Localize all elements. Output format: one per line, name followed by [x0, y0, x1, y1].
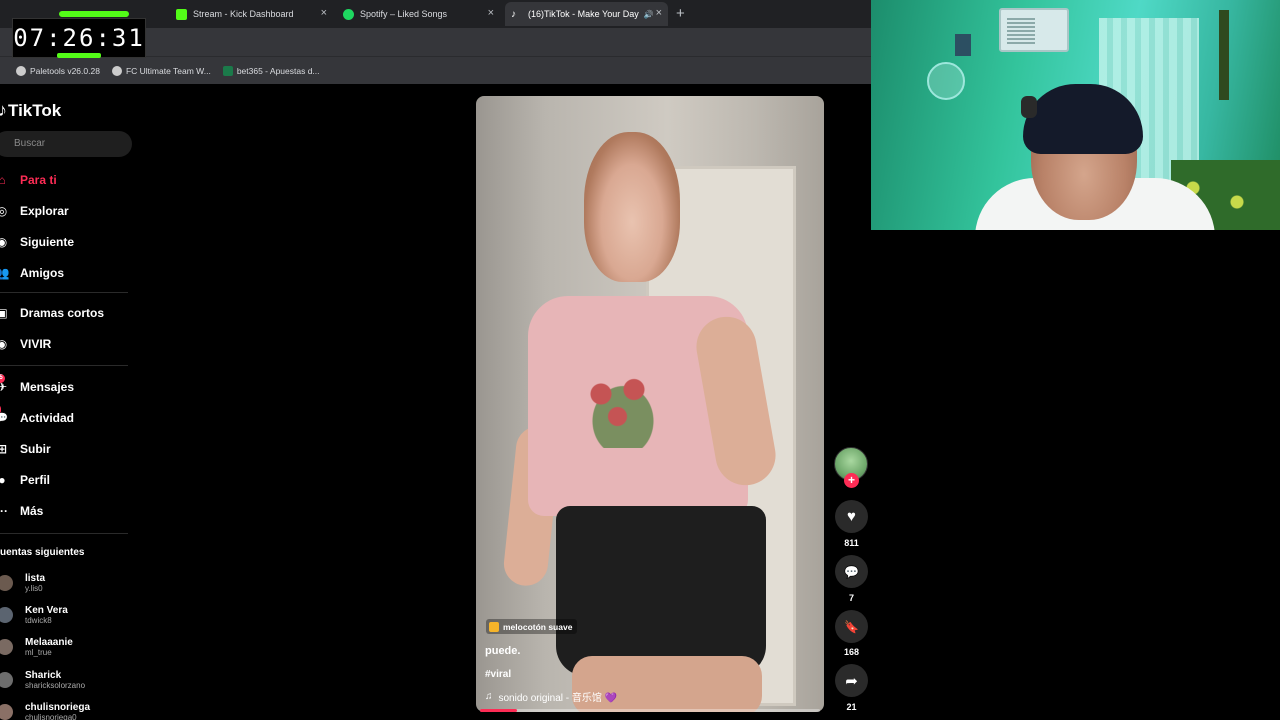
- following-account-item[interactable]: Ken Vera tdwick8: [0, 600, 68, 630]
- webcam-air-conditioner: [999, 8, 1069, 52]
- following-account-item[interactable]: Melaaanie ml_true: [0, 632, 73, 662]
- activity-icon: 💬 1: [0, 405, 9, 425]
- nav-siguiente[interactable]: ◉ Siguiente: [0, 231, 74, 253]
- following-account-item[interactable]: lista y.lis0: [0, 568, 45, 598]
- tab-spotify[interactable]: Spotify – Liked Songs ×: [337, 2, 500, 26]
- video-sound[interactable]: ♫ sonido original - 音乐馆 💜: [485, 689, 617, 704]
- bookmarks-bar: Paletools v26.0.28 FC Ultimate Team W...…: [0, 56, 871, 84]
- nav-amigos[interactable]: 👥 Amigos: [0, 262, 64, 284]
- close-tab-icon[interactable]: ×: [656, 7, 662, 19]
- nav-mas[interactable]: ··· Más: [0, 500, 43, 522]
- following-account-item[interactable]: chulisnoriega chulisnoriega0: [0, 697, 90, 720]
- profile-icon: ●: [0, 473, 6, 487]
- messages-icon: ✈ 15: [0, 374, 9, 394]
- like-count: 811: [844, 538, 859, 548]
- video-person-head: [584, 132, 680, 282]
- more-icon: ···: [0, 504, 8, 518]
- effect-tag[interactable]: melocotón suave: [486, 619, 578, 634]
- following-icon: ◉: [0, 235, 8, 249]
- avatar: [0, 672, 13, 688]
- stream-timer: 07:26:31: [12, 11, 146, 58]
- audio-playing-icon[interactable]: 🔊: [644, 10, 654, 19]
- webcam-scarf: [1219, 10, 1229, 100]
- video-person-shorts: [556, 506, 766, 676]
- kick-badge: [59, 11, 129, 17]
- video-progress-bar[interactable]: [480, 709, 820, 712]
- tiktok-logo[interactable]: ♪ TikTok: [0, 100, 61, 121]
- avatar: [0, 575, 13, 591]
- close-tab-icon[interactable]: ×: [488, 7, 494, 19]
- nav-subir[interactable]: ⊞ Subir: [0, 438, 51, 460]
- nav-divider: [0, 365, 128, 366]
- bookmark-paletools[interactable]: Paletools v26.0.28: [16, 65, 100, 76]
- search-input[interactable]: [0, 131, 132, 157]
- avatar: [0, 704, 13, 720]
- nav-divider: [0, 533, 128, 534]
- kick-bar: [57, 53, 101, 58]
- globe-icon: [16, 65, 26, 76]
- nav-vivir[interactable]: ◉ VIVIR: [0, 333, 51, 355]
- following-account-item[interactable]: Sharick sharicksolorzano: [0, 665, 85, 695]
- share-button[interactable]: ➦: [835, 664, 868, 697]
- avatar: [0, 607, 13, 623]
- nav-perfil[interactable]: ● Perfil: [0, 469, 50, 491]
- webcam-overlay: [871, 0, 1280, 230]
- nav-dramas-cortos[interactable]: ▣ Dramas cortos: [0, 302, 104, 324]
- tab-title: Spotify – Liked Songs: [360, 9, 448, 19]
- compass-icon: ◎: [0, 204, 8, 218]
- following-accounts-title: uentas siguientes: [0, 547, 85, 558]
- upload-icon: ⊞: [0, 442, 8, 456]
- like-button[interactable]: ♥: [835, 500, 868, 533]
- globe-icon: [111, 65, 122, 76]
- save-button[interactable]: 🔖: [835, 610, 868, 643]
- tiktok-note-icon: ♪: [0, 100, 7, 120]
- bookmark-icon: 🔖: [844, 619, 859, 634]
- video-shirt-print: [568, 358, 678, 448]
- kick-icon: [176, 8, 187, 20]
- friends-icon: 👥: [0, 266, 10, 280]
- nav-divider: [0, 292, 128, 293]
- nav-mensajes[interactable]: ✈ 15 Mensajes: [0, 374, 74, 398]
- webcam-headset: [1021, 96, 1037, 118]
- bookmark-bet365[interactable]: bet365 - Apuestas d...: [222, 65, 320, 76]
- home-icon: ⌂: [0, 173, 6, 187]
- tab-kick-dashboard[interactable]: Stream - Kick Dashboard ×: [170, 2, 333, 26]
- close-tab-icon[interactable]: ×: [321, 7, 327, 19]
- tiktok-icon: ♪: [511, 8, 516, 20]
- webcam-wall-clock: [927, 62, 965, 100]
- tab-tiktok[interactable]: ♪ (16)TikTok - Make Your Day 🔊 ×: [505, 2, 668, 26]
- share-count: 21: [846, 702, 857, 712]
- music-note-icon: ♫: [485, 691, 493, 702]
- avatar: [0, 639, 13, 655]
- new-tab-button[interactable]: +: [676, 5, 685, 22]
- effect-icon: [489, 621, 499, 632]
- comment-icon: 💬: [844, 564, 859, 579]
- bookmark-fc-ultimate-team[interactable]: FC Ultimate Team W...: [111, 65, 211, 76]
- comment-button[interactable]: 💬: [835, 555, 868, 588]
- follow-plus-icon[interactable]: +: [844, 473, 859, 488]
- live-icon: ◉: [0, 337, 8, 351]
- tab-title: Stream - Kick Dashboard: [193, 9, 294, 19]
- video-progress-fill: [480, 709, 518, 712]
- bet365-icon: [222, 65, 233, 76]
- nav-explorar[interactable]: ◎ Explorar: [0, 200, 69, 222]
- tab-title: (16)TikTok - Make Your Day: [528, 9, 639, 19]
- spotify-icon: [343, 8, 354, 20]
- nav-actividad[interactable]: 💬 1 Actividad: [0, 405, 74, 429]
- video-caption: puede.: [485, 645, 521, 657]
- video-hashtag[interactable]: #viral: [485, 669, 511, 680]
- save-count: 168: [843, 647, 860, 657]
- drama-icon: ▣: [0, 306, 8, 320]
- share-icon: ➦: [845, 672, 858, 690]
- nav-para-ti[interactable]: ⌂ Para ti: [0, 169, 57, 191]
- webcam-poster: [955, 34, 971, 56]
- comment-count: 7: [848, 593, 854, 603]
- heart-icon: ♥: [847, 508, 856, 525]
